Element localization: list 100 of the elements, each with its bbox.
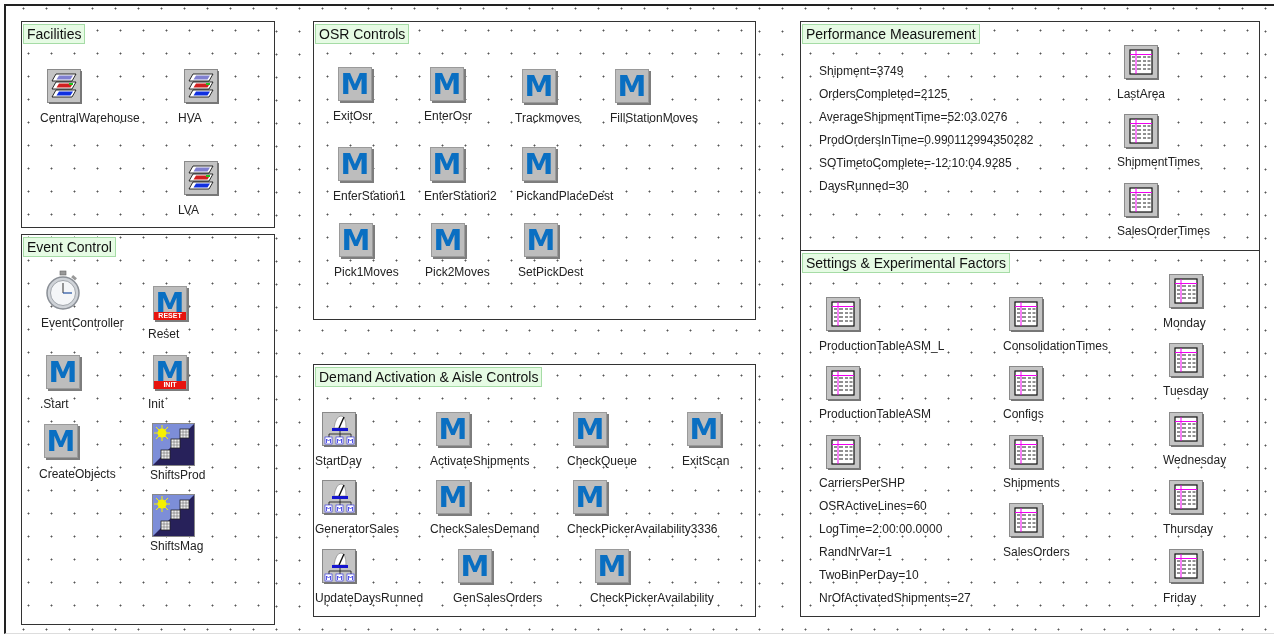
method-icon[interactable]: M [595,549,629,583]
frame-title: Facilities [23,24,86,44]
object-label: SetPickDest [518,265,584,279]
method-icon[interactable]: M [46,355,80,389]
object-label: CheckPickerAvailability [590,591,714,605]
object-label: ExitOsr [333,109,373,123]
method-icon[interactable]: M [687,412,721,446]
variable-value: RandNrVar=1 [819,545,892,559]
object-label: Monday [1163,316,1206,330]
object-label: CarriersPerSHP [819,476,905,490]
frame-title: Demand Activation & Aisle Controls [315,367,543,387]
method-icon[interactable]: M [44,424,78,458]
table-icon[interactable] [1169,412,1204,447]
object-label: Trackmoves [515,111,580,125]
table-icon[interactable] [1009,297,1044,332]
method-icon[interactable]: M [522,69,556,103]
variable-value: AverageShipmentTime=52:03.0276 [819,110,1008,124]
object-label: ShiftsProd [150,468,206,482]
variable-value: Shipment=3749 [819,64,904,78]
object-label: UpdateDaysRunned [315,591,424,605]
object-label: LVA [178,203,199,217]
object-label: ShiftsMag [150,539,204,553]
stopwatch-icon[interactable] [44,270,82,310]
object-label: SalesOrderTimes [1117,224,1210,238]
object-label: .Start [40,397,69,411]
layered-frame-icon[interactable] [47,69,82,104]
object-label: Init [148,397,164,411]
method-icon[interactable]: M [436,412,470,446]
object-label: EnterStation1 [333,189,406,203]
object-label: ShipmentTimes [1117,155,1200,169]
object-label: FillStationMoves [610,111,699,125]
object-label: EnterOsr [424,109,472,123]
variable-value: NrOfActivatedShipments=27 [819,591,971,605]
method-icon[interactable]: M [338,147,372,181]
object-label: ProductionTableASM_L [819,339,945,353]
object-label: CheckQueue [567,454,638,468]
object-label: CheckPickerAvailability3336 [567,522,718,536]
object-label: LastArea [1117,87,1166,101]
frame-title: OSR Controls [315,24,410,44]
object-label: PickandPlaceDest [516,189,614,203]
table-icon[interactable] [1124,45,1159,80]
object-label: EventController [41,316,124,330]
shift-calendar-icon[interactable] [152,423,195,466]
object-label: GenSalesOrders [453,591,543,605]
table-icon[interactable] [826,366,861,401]
table-icon[interactable] [1009,503,1044,538]
table-icon[interactable] [826,297,861,332]
variable-value: OSRActiveLines=60 [819,499,927,513]
object-label: Pick2Moves [425,265,490,279]
object-label: Thursday [1163,522,1214,536]
table-icon[interactable] [1169,549,1204,584]
object-label: StartDay [315,454,362,468]
shift-calendar-icon[interactable] [152,494,195,537]
object-label: CreateObjects [39,467,116,481]
method-icon[interactable]: M [436,480,470,514]
method-icon[interactable]: M [430,67,464,101]
layered-frame-icon[interactable] [184,161,219,196]
layered-frame-icon[interactable] [184,69,219,104]
variable-value: DaysRunned=30 [819,179,909,193]
object-label: ProductionTableASM [819,407,932,421]
variable-value: TwoBinPerDay=10 [819,568,919,582]
object-label: Pick1Moves [334,265,399,279]
object-label: ConsolidationTimes [1003,339,1108,353]
generator-icon[interactable] [322,412,357,447]
method-icon[interactable]: M [339,223,373,257]
object-label: ExitScan [682,454,730,468]
object-label: Tuesday [1163,384,1209,398]
object-label: CheckSalesDemand [430,522,540,536]
variable-value: LogTime=2:00:00.0000 [819,522,943,536]
table-icon[interactable] [1169,480,1204,515]
object-label: SalesOrders [1003,545,1070,559]
method-icon[interactable]: M [338,67,372,101]
object-label: Friday [1163,591,1197,605]
object-label: Shipments [1003,476,1060,490]
table-icon[interactable] [1124,183,1159,218]
generator-icon[interactable] [322,549,357,584]
variable-value: OrdersCompleted=2125 [819,87,948,101]
method-icon[interactable]: M [431,223,465,257]
variable-value: SOTimetoComplete=-12:10:04.9285 [819,156,1012,170]
method-icon[interactable]: M [522,147,556,181]
frame-title: Performance Measurement [802,24,980,44]
table-icon[interactable] [1169,274,1204,309]
method-icon[interactable]: M [458,549,492,583]
table-icon[interactable] [1169,343,1204,378]
method-icon[interactable]: M [573,480,607,514]
method-icon[interactable]: M [615,69,649,103]
method-icon[interactable]: M [430,147,464,181]
method-icon[interactable]: M [573,412,607,446]
object-label: HVA [178,111,202,125]
object-label: Configs [1003,407,1044,421]
table-icon[interactable] [1009,435,1044,470]
object-label: CentralWarehouse [40,111,140,125]
table-icon[interactable] [1009,366,1044,401]
object-label: EnterStation2 [424,189,497,203]
method-icon[interactable]: M [524,223,558,257]
table-icon[interactable] [826,435,861,470]
object-label: Reset [148,327,180,341]
generator-icon[interactable] [322,480,357,515]
frame-title: Event Control [23,237,116,257]
table-icon[interactable] [1124,114,1159,149]
